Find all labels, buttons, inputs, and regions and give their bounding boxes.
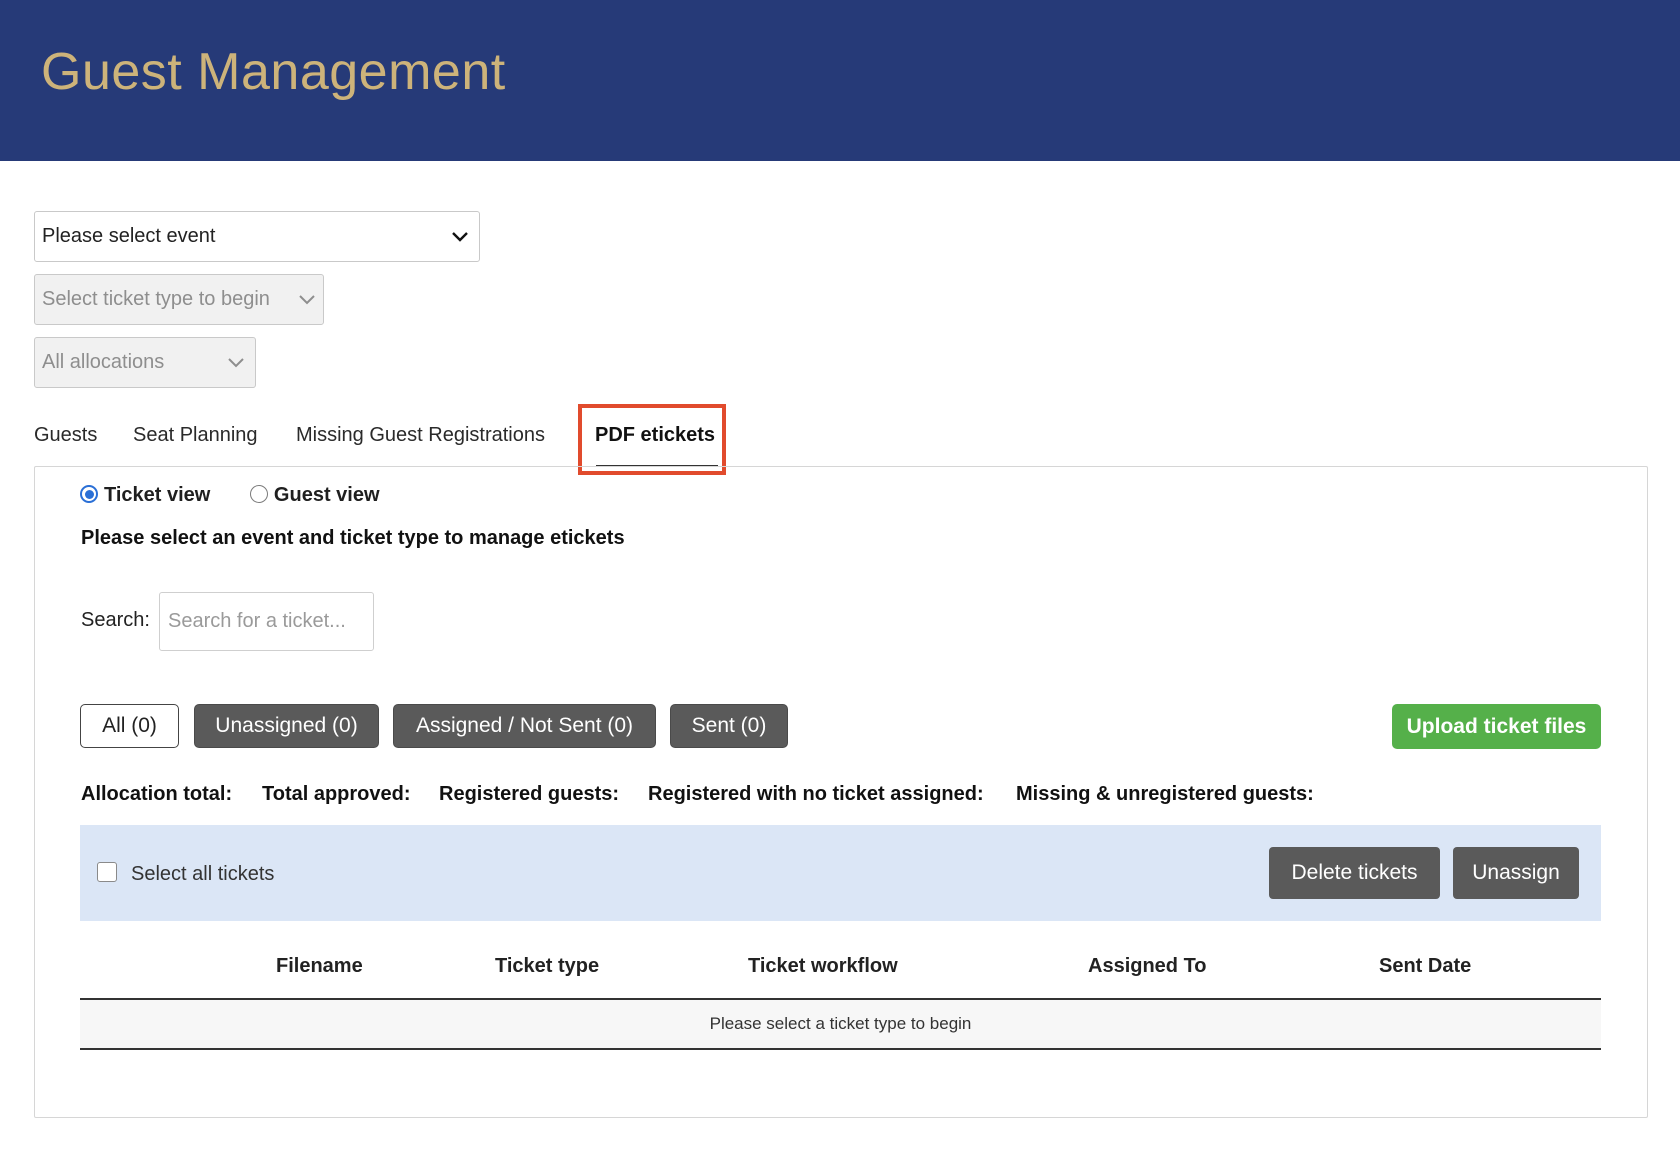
page-title: Guest Management	[41, 43, 506, 101]
filter-assigned-not-sent-button[interactable]: Assigned / Not Sent (0)	[393, 704, 656, 748]
ticket-view-option[interactable]: Ticket view	[80, 484, 216, 506]
column-header-filename[interactable]: Filename	[276, 955, 363, 978]
upload-ticket-files-button[interactable]: Upload ticket files	[1392, 704, 1601, 749]
ticket-view-label: Ticket view	[104, 484, 211, 506]
chevron-down-icon	[297, 275, 317, 324]
search-label: Search:	[81, 609, 150, 631]
select-all-checkbox[interactable]	[97, 862, 117, 882]
ticket-view-radio[interactable]	[80, 485, 98, 503]
filter-all-button[interactable]: All (0)	[80, 704, 179, 748]
column-header-ticket-type[interactable]: Ticket type	[495, 955, 599, 978]
column-header-ticket-workflow[interactable]: Ticket workflow	[748, 955, 898, 978]
table-empty-message: Please select a ticket type to begin	[709, 1014, 972, 1033]
ticket-type-select[interactable]: Select ticket type to begin	[34, 274, 324, 325]
allocations-select-value: All allocations	[42, 351, 165, 373]
filter-sent-button[interactable]: Sent (0)	[670, 704, 788, 748]
guest-view-radio[interactable]	[249, 485, 268, 503]
stat-registered-guests: Registered guests:	[439, 783, 620, 805]
tab-missing-guest-registrations[interactable]: Missing Guest Registrations	[296, 420, 545, 450]
stat-allocation-total: Allocation total:	[81, 783, 233, 805]
delete-tickets-button[interactable]: Delete tickets	[1269, 847, 1440, 899]
search-input[interactable]	[159, 592, 374, 651]
column-header-sent-date[interactable]: Sent Date	[1379, 955, 1471, 978]
ticket-type-select-value: Select ticket type to begin	[42, 288, 270, 310]
tab-guests[interactable]: Guests	[34, 420, 97, 450]
table-empty-row: Please select a ticket type to begin	[80, 1000, 1601, 1050]
page-header: Guest Management	[0, 0, 1680, 161]
allocations-select[interactable]: All allocations	[34, 337, 256, 388]
stat-registered-no-ticket: Registered with no ticket assigned:	[648, 783, 984, 805]
filter-unassigned-button[interactable]: Unassigned (0)	[194, 704, 379, 748]
unassign-button[interactable]: Unassign	[1453, 847, 1579, 899]
select-all-label: Select all tickets	[131, 863, 275, 885]
instructions-text: Please select an event and ticket type t…	[81, 527, 625, 549]
column-header-assigned-to[interactable]: Assigned To	[1088, 955, 1207, 978]
view-toggle: Ticket view Guest view	[80, 484, 380, 507]
highlight-annotation	[578, 404, 726, 475]
tab-seat-planning[interactable]: Seat Planning	[133, 420, 258, 450]
guest-view-option[interactable]: Guest view	[249, 484, 380, 506]
stat-missing-unregistered: Missing & unregistered guests:	[1016, 783, 1314, 805]
event-select[interactable]: Please select event	[34, 211, 480, 262]
event-select-value: Please select event	[42, 225, 216, 247]
chevron-down-icon	[226, 338, 246, 387]
guest-view-label: Guest view	[273, 484, 380, 506]
stat-total-approved: Total approved:	[262, 783, 411, 805]
chevron-down-icon	[450, 212, 470, 261]
